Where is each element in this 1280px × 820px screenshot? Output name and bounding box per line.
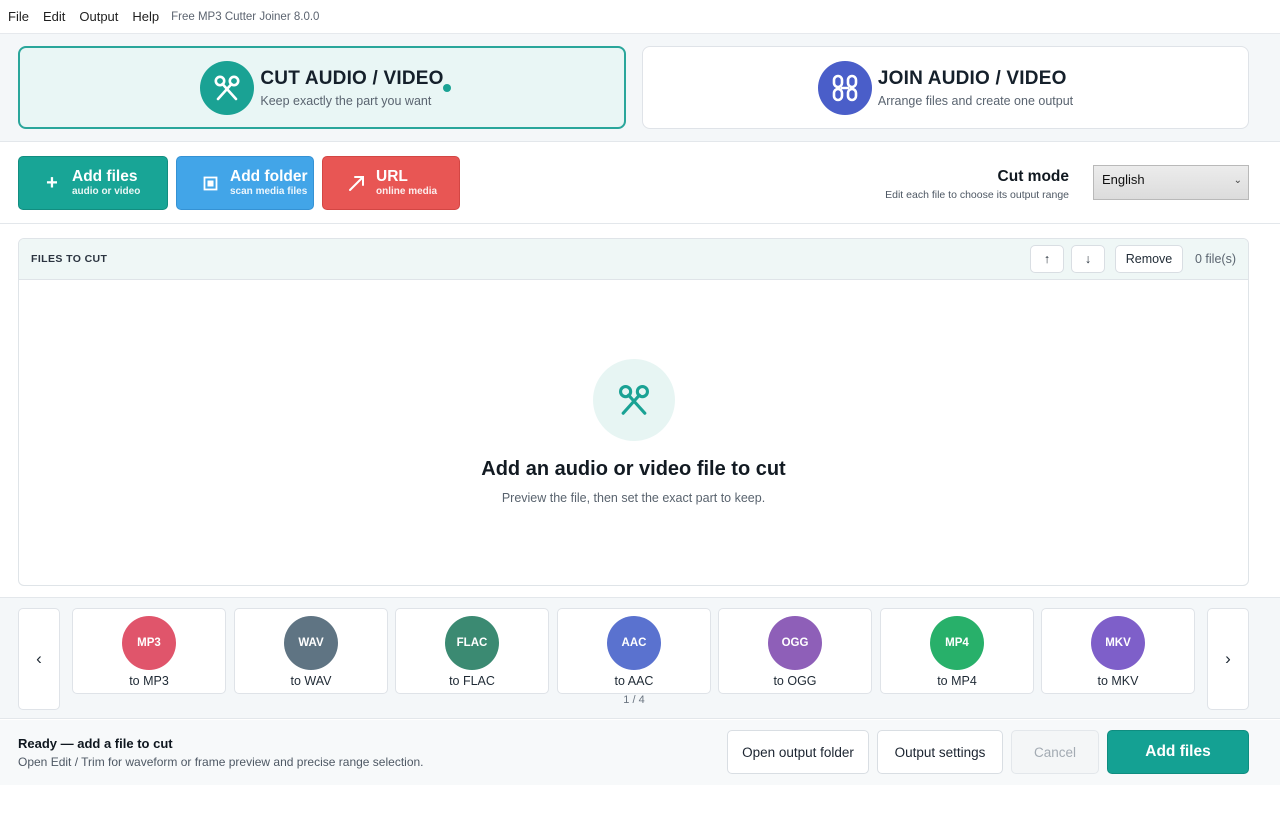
move-up-button[interactable]: ↑ [1030,245,1064,273]
url-sublabel: online media [376,186,438,197]
language-select[interactable]: English ⌄ [1093,165,1249,200]
formats-page-indicator: 1 / 4 [623,694,645,706]
format-badge: MKV [1091,616,1145,670]
active-indicator [443,84,451,92]
menu-file[interactable]: File [8,9,29,24]
menu-bar: File Edit Output Help Free MP3 Cutter Jo… [0,0,1280,34]
output-settings-button[interactable]: Output settings [877,730,1003,774]
format-badge: FLAC [445,616,499,670]
open-output-folder-button[interactable]: Open output folder [727,730,869,774]
status-bar: Ready — add a file to cut Open Edit / Tr… [0,720,1280,785]
add-folder-label: Add folder [230,168,308,185]
menu-output[interactable]: Output [79,9,118,24]
add-files-button[interactable]: + Add files audio or video [18,156,168,210]
format-card-mkv[interactable]: MKV to MKV [1041,608,1195,694]
cancel-button[interactable]: Cancel [1011,730,1099,774]
add-folder-button[interactable]: Add folder scan media files [176,156,314,210]
cut-mode-heading: Cut mode [997,168,1069,185]
formats-next-button[interactable]: › [1207,608,1249,710]
cut-mode-hint: Edit each file to choose its output rang… [885,189,1069,201]
status-hint: Open Edit / Trim for waveform or frame p… [18,755,424,769]
cut-mode-subtitle: Keep exactly the part you want [260,93,432,108]
scissors-icon [592,359,675,441]
format-label: to WAV [290,674,332,688]
format-label: to AAC [614,674,654,688]
format-badge: MP3 [122,616,176,670]
plus-icon: + [46,171,58,194]
formats-prev-button[interactable]: ‹ [18,608,60,710]
status-title: Ready — add a file to cut [18,736,173,751]
cut-mode-title: CUT AUDIO / VIDEO [260,67,444,89]
join-mode-title: JOIN AUDIO / VIDEO [877,67,1067,89]
join-mode-subtitle: Arrange files and create one output [877,93,1074,108]
format-card-mp4[interactable]: MP4 to MP4 [880,608,1034,694]
format-card-aac[interactable]: AAC to AAC [557,608,711,694]
format-badge: WAV [284,616,338,670]
folder-icon [201,174,219,192]
mode-selector: CUT AUDIO / VIDEO Keep exactly the part … [0,34,1280,142]
format-label: to OGG [773,674,817,688]
format-badge: AAC [607,616,661,670]
cut-mode-info: Cut mode Edit each file to choose its ou… [885,168,1069,201]
add-files-label: Add files [72,168,138,185]
app-title: Free MP3 Cutter Joiner 8.0.0 [171,10,320,23]
menu-help[interactable]: Help [132,9,159,24]
files-panel-title: FILES TO CUT [31,253,108,265]
chain-link-icon [817,60,872,115]
move-down-button[interactable]: ↓ [1071,245,1105,273]
format-label: to MP4 [937,674,977,688]
output-formats-strip: ‹ MP3 to MP3 WAV to WAV FLAC to FLAC AAC… [0,597,1280,719]
format-badge: MP4 [930,616,984,670]
toolbar: + Add files audio or video Add folder sc… [0,142,1280,224]
arrow-up-right-icon [347,174,365,192]
add-files-primary-button[interactable]: Add files [1107,730,1249,774]
format-label: to MKV [1097,674,1139,688]
scissors-icon [200,60,255,115]
chevron-down-icon: ⌄ [1233,175,1242,186]
url-label: URL [376,168,408,185]
cut-mode-card[interactable]: CUT AUDIO / VIDEO Keep exactly the part … [18,46,626,129]
format-card-mp3[interactable]: MP3 to MP3 [72,608,226,694]
join-mode-card[interactable]: JOIN AUDIO / VIDEO Arrange files and cre… [642,46,1249,129]
language-select-value: English [1102,172,1145,187]
empty-state: Add an audio or video file to cut Previe… [19,280,1248,585]
remove-button[interactable]: Remove [1115,245,1183,273]
url-button[interactable]: URL online media [322,156,460,210]
file-count: 0 file(s) [1195,252,1236,266]
add-folder-sublabel: scan media files [230,186,308,197]
menu-edit[interactable]: Edit [43,9,65,24]
files-panel-header: FILES TO CUT ↑ ↓ Remove 0 file(s) [19,239,1248,280]
format-label: to FLAC [449,674,495,688]
add-files-sublabel: audio or video [72,186,141,197]
files-panel: FILES TO CUT ↑ ↓ Remove 0 file(s) Add an… [18,238,1249,586]
format-card-wav[interactable]: WAV to WAV [234,608,388,694]
empty-state-title: Add an audio or video file to cut [481,458,786,480]
empty-state-subtitle: Preview the file, then set the exact par… [501,491,766,505]
format-card-flac[interactable]: FLAC to FLAC [395,608,549,694]
format-label: to MP3 [129,674,169,688]
format-card-ogg[interactable]: OGG to OGG [718,608,872,694]
format-badge: OGG [768,616,822,670]
